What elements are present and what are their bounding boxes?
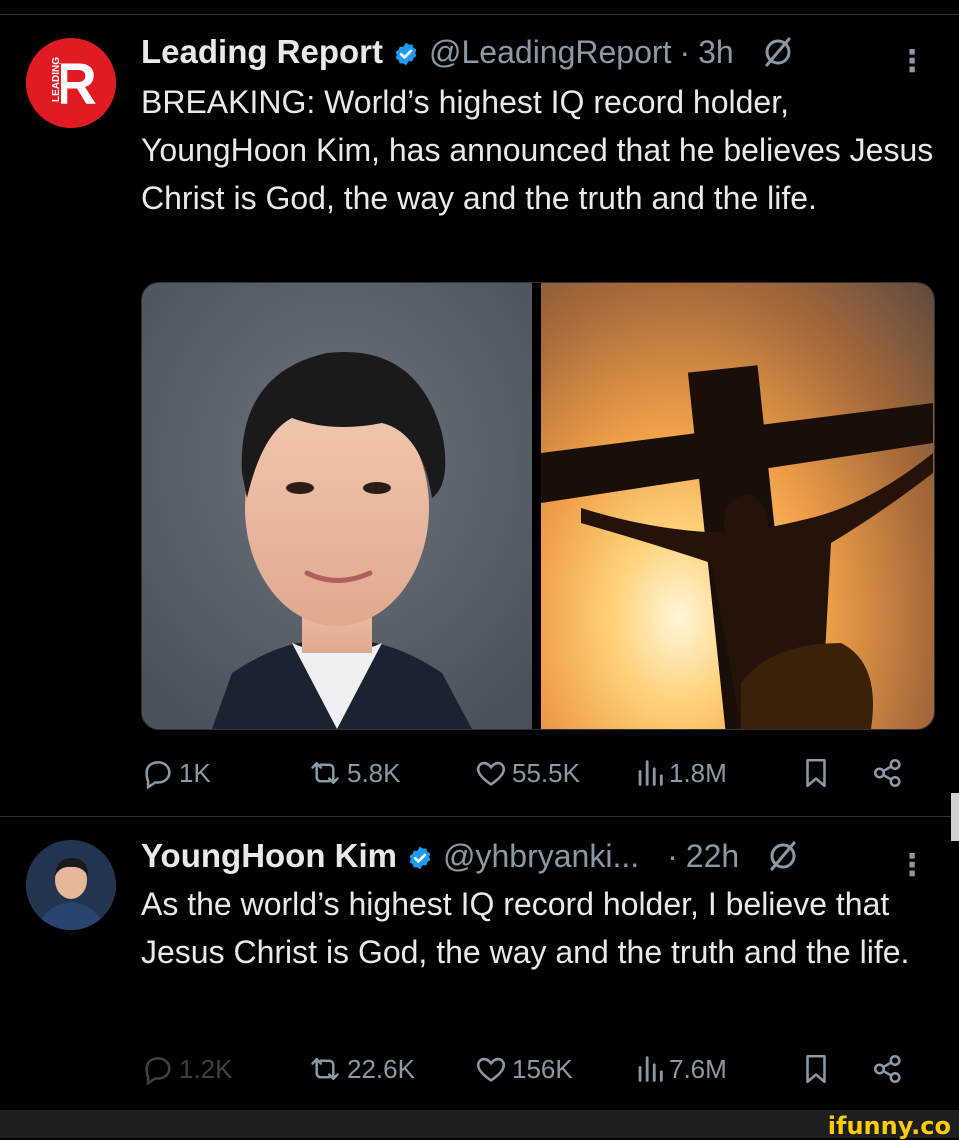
like-icon [476, 1057, 506, 1082]
repost-icon [311, 762, 339, 784]
view-count: 7.6M [669, 1053, 727, 1084]
tweet-leading-report[interactable]: R LEADING Leading Report @LeadingReport … [0, 16, 959, 816]
share-button[interactable] [871, 748, 909, 798]
timestamp[interactable]: 22h [686, 838, 739, 875]
tweet-text: As the world’s highest IQ record holder,… [141, 886, 910, 970]
portrait-photo[interactable] [142, 283, 532, 729]
bookmark-icon [806, 1054, 826, 1084]
repost-count: 5.8K [347, 757, 401, 788]
ifunny-watermark: ifunny.co [827, 1112, 951, 1140]
like-button[interactable]: 55.5K [474, 748, 580, 798]
tweet-actions: 1K 5.8K 55.5K 1.8M [141, 748, 941, 798]
tweet-actions: 1.2K 22.6K 156K 7.6M [141, 1044, 941, 1094]
repost-count: 22.6K [347, 1053, 415, 1084]
verified-badge-icon [393, 39, 419, 66]
reply-icon [145, 761, 171, 790]
avatar-side-text: LEADING [51, 57, 62, 102]
share-button[interactable] [871, 1044, 909, 1094]
like-count: 55.5K [512, 757, 580, 788]
scrollbar[interactable] [951, 793, 959, 841]
views-icon [638, 760, 663, 786]
top-divider [0, 14, 959, 15]
separator-dot: · [667, 837, 678, 874]
crucifix-photo[interactable] [541, 283, 934, 729]
grok-icon[interactable] [765, 838, 801, 874]
like-button[interactable]: 156K [474, 1044, 573, 1094]
media-gap [532, 283, 541, 729]
separator-dot: · [679, 33, 691, 70]
handle[interactable]: @yhbryanki... [443, 838, 639, 875]
leading-report-logo: R LEADING [26, 38, 116, 128]
repost-button[interactable]: 22.6K [307, 1044, 415, 1094]
share-icon [873, 1054, 901, 1084]
reply-button[interactable]: 1K [141, 748, 211, 798]
tweet-header: YoungHoon Kim @yhbryanki... · 22h [141, 826, 801, 886]
verified-badge-icon [407, 843, 433, 870]
reply-button[interactable]: 1.2K [141, 1044, 233, 1094]
reply-count: 1.2K [179, 1053, 233, 1084]
reply-icon [145, 1057, 171, 1086]
share-icon [873, 758, 901, 788]
timestamp[interactable]: 3h [698, 34, 734, 71]
like-count: 156K [512, 1053, 573, 1084]
display-name[interactable]: YoungHoon Kim [141, 837, 397, 875]
tweet-divider [0, 816, 959, 817]
bookmark-button[interactable] [801, 748, 835, 798]
bookmark-icon [806, 758, 826, 788]
avatar-leading-report[interactable]: R LEADING [26, 38, 116, 128]
watermark-bar [0, 1110, 959, 1138]
like-icon [476, 761, 506, 786]
display-name[interactable]: Leading Report [141, 33, 383, 71]
views-button[interactable]: 1.8M [635, 748, 727, 798]
tweet-media[interactable] [141, 282, 935, 730]
more-icon[interactable]: ⋮ [897, 848, 927, 883]
reply-count: 1K [179, 757, 211, 788]
repost-icon [311, 1058, 339, 1080]
tweet-header: Leading Report @LeadingReport · 3h [141, 22, 796, 82]
bookmark-button[interactable] [801, 1044, 835, 1094]
view-count: 1.8M [669, 757, 727, 788]
avatar-younghoon-kim[interactable] [26, 840, 116, 930]
handle[interactable]: @LeadingReport [429, 34, 671, 71]
more-icon[interactable]: ⋮ [897, 44, 927, 79]
tweet-text: BREAKING: World’s highest IQ record hold… [141, 84, 934, 216]
views-button[interactable]: 7.6M [635, 1044, 727, 1094]
tweet-younghoon-kim[interactable]: YoungHoon Kim @yhbryanki... · 22h ⋮ As t… [0, 818, 959, 1108]
views-icon [638, 1056, 663, 1082]
repost-button[interactable]: 5.8K [307, 748, 401, 798]
grok-icon[interactable] [760, 34, 796, 70]
